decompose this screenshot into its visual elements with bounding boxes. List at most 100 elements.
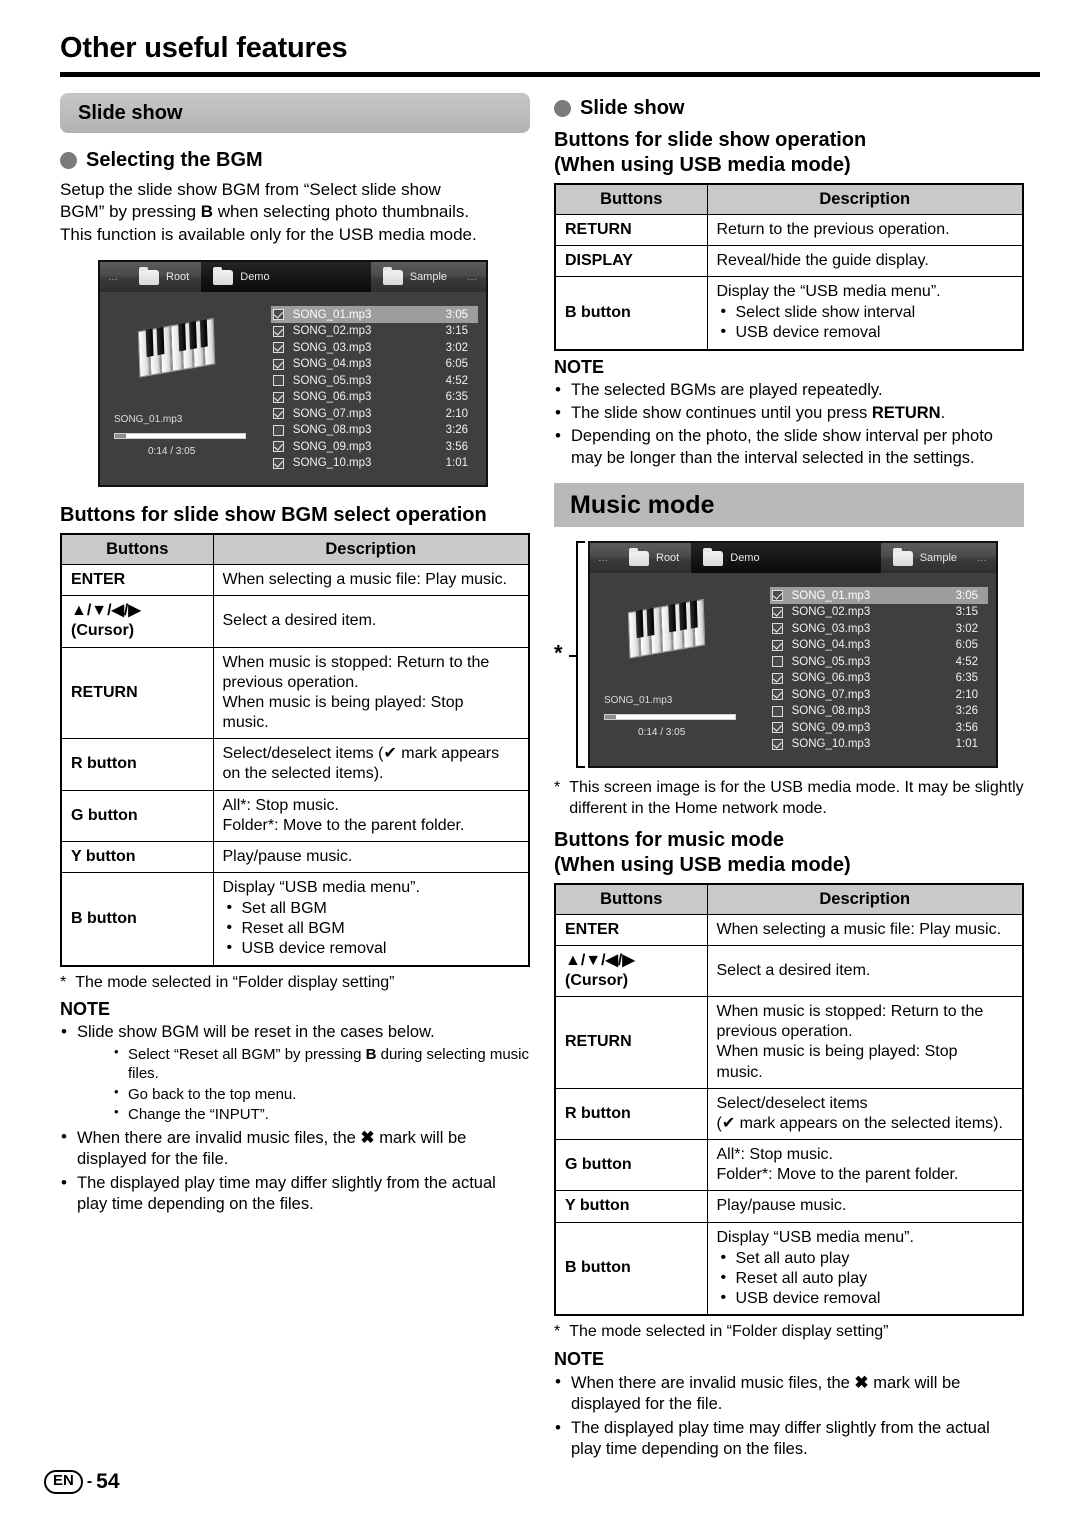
- sub-note-item: Go back to the top menu.: [113, 1084, 530, 1105]
- checkbox-icon[interactable]: [272, 375, 284, 387]
- checkbox-icon[interactable]: [272, 325, 284, 337]
- note-title: NOTE: [60, 999, 111, 1020]
- list-item[interactable]: SONG_06.mp3 6:35: [770, 670, 988, 687]
- checkbox-icon[interactable]: [771, 656, 783, 668]
- tab-sample[interactable]: Sample: [371, 262, 459, 292]
- desc-bullets: Set all auto play Reset all auto play US…: [719, 1248, 1014, 1309]
- list-item[interactable]: SONG_04.mp3 6:05: [770, 637, 988, 654]
- note-list: When there are invalid music files, the …: [554, 1371, 1024, 1461]
- tab-sample-label: Sample: [409, 271, 447, 284]
- list-item[interactable]: SONG_01.mp3 3:05: [270, 306, 478, 323]
- progress-bar[interactable]: [604, 714, 736, 721]
- list-item[interactable]: SONG_03.mp3 3:02: [770, 620, 988, 637]
- list-item[interactable]: SONG_10.mp3 1:01: [271, 455, 478, 472]
- checkbox-icon[interactable]: [272, 408, 284, 420]
- checkbox-icon[interactable]: [771, 639, 783, 651]
- language-badge: EN: [44, 1470, 83, 1494]
- tab-demo[interactable]: Demo: [691, 543, 881, 574]
- list-item[interactable]: SONG_05.mp3 4:52: [770, 653, 988, 670]
- checkbox-icon[interactable]: [771, 590, 783, 602]
- subheading-bgm-select-operation: Buttons for slide show BGM select operat…: [60, 504, 487, 527]
- tab-ellipsis-right[interactable]: …: [969, 543, 996, 573]
- bullet-item: Set all auto play: [719, 1248, 1014, 1269]
- song-name: SONG_03.mp3: [791, 622, 871, 635]
- checkbox-icon[interactable]: [771, 722, 783, 734]
- checkbox-icon[interactable]: [771, 705, 783, 717]
- list-item[interactable]: SONG_03.mp3 3:02: [271, 339, 478, 356]
- list-item[interactable]: SONG_02.mp3 3:15: [271, 323, 478, 340]
- tab-demo[interactable]: Demo: [201, 262, 371, 293]
- list-item[interactable]: SONG_02.mp3 3:15: [770, 604, 988, 621]
- checkbox-icon[interactable]: [272, 441, 284, 453]
- list-item[interactable]: SONG_09.mp3 3:56: [271, 438, 478, 455]
- piano-keyboard-icon: [137, 317, 224, 378]
- row-key: ENTER: [554, 913, 708, 946]
- footnote-star-marker: *: [554, 640, 563, 666]
- desc-bullets: Set all BGM Reset all BGM USB device rem…: [225, 898, 520, 959]
- checkbox-icon[interactable]: [771, 738, 783, 750]
- manual-page: Other useful features Slide show Selecti…: [0, 0, 1080, 1524]
- th-buttons: Buttons: [554, 883, 708, 915]
- list-item[interactable]: SONG_07.mp3 2:10: [271, 405, 478, 422]
- list-item[interactable]: SONG_07.mp3 2:10: [770, 686, 988, 703]
- folder-icon: [382, 266, 403, 285]
- list-item[interactable]: SONG_08.mp3 3:26: [271, 422, 478, 439]
- piano-keyboard-icon: [627, 598, 714, 659]
- footnote-text: This screen image is for the USB media m…: [569, 779, 1024, 818]
- row-key: Y button: [60, 840, 214, 873]
- desc-line: When music is being played: Stop: [716, 1043, 958, 1061]
- song-name: SONG_08.mp3: [791, 705, 871, 718]
- folder-icon: [629, 547, 649, 566]
- row-desc: Play/pause music.: [706, 1190, 1024, 1223]
- list-item[interactable]: SONG_08.mp3 3:26: [770, 703, 988, 720]
- checkbox-icon[interactable]: [272, 391, 284, 403]
- bullet-item: Set all BGM: [225, 898, 520, 919]
- tv-screen: … Root Demo Sample … SONG_01.mp3 0:14 / …: [98, 260, 488, 488]
- tab-ellipsis-right[interactable]: …: [459, 262, 486, 292]
- intro-paragraph: Setup the slide show BGM from “Select sl…: [60, 179, 530, 246]
- tab-root[interactable]: Root: [127, 262, 201, 292]
- note-list: Slide show BGM will be reset in the case…: [60, 1021, 530, 1215]
- checkbox-icon[interactable]: [272, 424, 284, 436]
- song-list: SONG_01.mp3 3:05 SONG_02.mp3 3:15 SONG_03.…: [270, 302, 478, 472]
- checkbox-icon[interactable]: [771, 606, 783, 618]
- desc-line: All*: Stop music.: [716, 1146, 833, 1164]
- tab-ellipsis-left[interactable]: …: [590, 543, 617, 573]
- footnote-star: *: [60, 973, 67, 991]
- th-description: Description: [706, 883, 1024, 915]
- table-row: G button All*: Stop music. Folder*: Move…: [60, 789, 530, 842]
- folder-icon: [139, 266, 159, 285]
- tab-sample[interactable]: Sample: [881, 543, 969, 573]
- list-item[interactable]: SONG_06.mp3 6:35: [271, 389, 478, 406]
- table-bgm-select-operation: Buttons Description ENTER When selecting…: [60, 533, 530, 967]
- list-item[interactable]: SONG_04.mp3 6:05: [271, 356, 478, 373]
- list-item[interactable]: SONG_10.mp3 1:01: [770, 736, 988, 753]
- song-time: 4:52: [955, 655, 978, 668]
- tab-root[interactable]: Root: [617, 543, 691, 573]
- bullet-item: USB device removal: [719, 1288, 1014, 1309]
- tab-ellipsis-left[interactable]: …: [100, 262, 127, 292]
- checkbox-icon[interactable]: [272, 457, 284, 469]
- note-item: The selected BGMs are played repeatedly.: [554, 379, 1024, 402]
- checkbox-icon[interactable]: [272, 358, 284, 370]
- checkbox-icon[interactable]: [771, 689, 783, 701]
- bullet-dot-icon: [60, 152, 77, 169]
- checkbox-icon[interactable]: [771, 623, 783, 635]
- list-item[interactable]: SONG_01.mp3 3:05: [769, 587, 988, 604]
- two-column-layout: Slide show Selecting the BGM Setup the s…: [60, 93, 1040, 1461]
- checkbox-icon[interactable]: [771, 672, 783, 684]
- checkbox-icon[interactable]: [272, 342, 284, 354]
- desc-line: on the selected items).: [222, 765, 384, 783]
- progress-bar[interactable]: [114, 433, 246, 440]
- list-item[interactable]: SONG_09.mp3 3:56: [770, 719, 988, 736]
- sub-note-item: Change the “INPUT”.: [113, 1104, 530, 1125]
- checkbox-icon[interactable]: [272, 309, 284, 321]
- tv-screen: … Root Demo Sample … SONG_01.mp3 0:14 / …: [588, 541, 998, 769]
- song-time: 6:05: [955, 639, 978, 652]
- list-item[interactable]: SONG_05.mp3 4:52: [271, 372, 478, 389]
- left-column: Slide show Selecting the BGM Setup the s…: [60, 93, 530, 1461]
- bullet-item: USB device removal: [225, 938, 520, 959]
- tab-ellipsis-left-label: …: [108, 271, 119, 283]
- tv-body: SONG_01.mp3 0:14 / 3:05 SONG_01.mp3 3:05 …: [590, 573, 996, 766]
- note-item: The slide show continues until you press…: [554, 402, 1024, 425]
